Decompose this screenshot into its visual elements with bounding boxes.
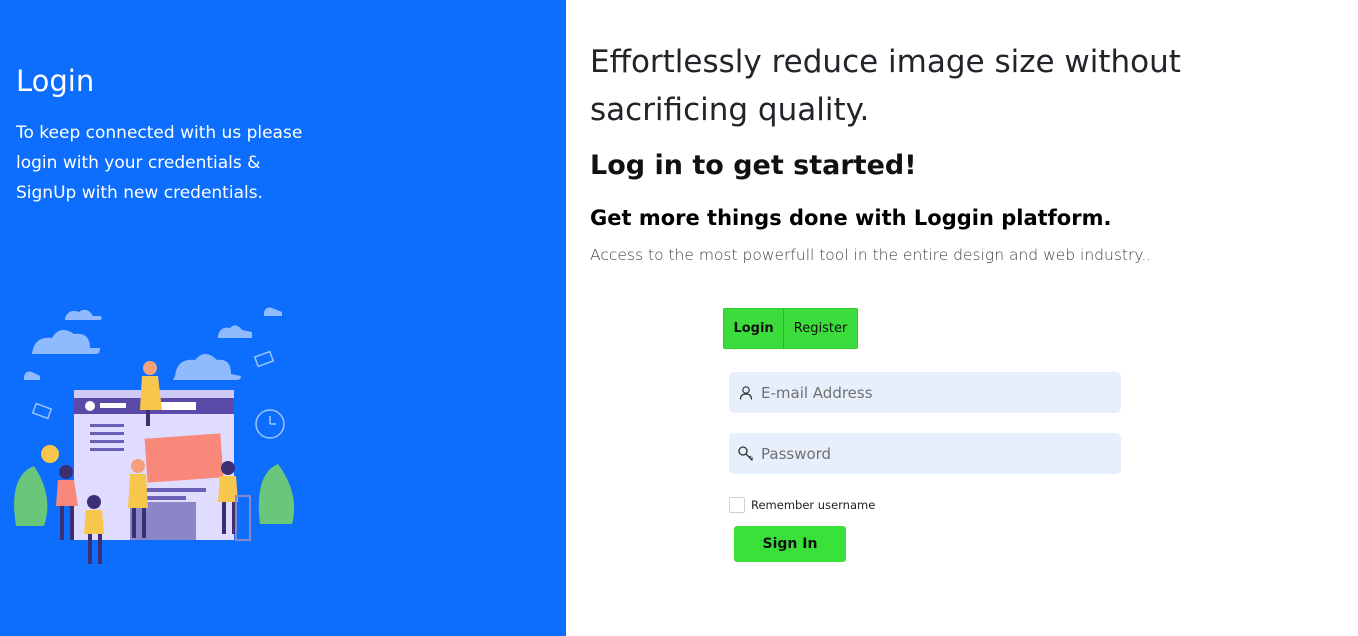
get-started-heading: Log in to get started! (590, 150, 917, 181)
website-illustration (14, 307, 295, 564)
right-panel: Effortlessly reduce image size without s… (566, 0, 1358, 636)
left-description: To keep connected with us please login w… (16, 123, 303, 203)
user-icon (734, 381, 758, 405)
password-input[interactable] (761, 433, 1121, 474)
remember-checkbox[interactable] (729, 497, 745, 513)
platform-description: Access to the most powerfull tool in the… (590, 246, 1152, 264)
password-field (729, 433, 1121, 474)
remember-username[interactable]: Remember username (729, 497, 875, 513)
email-input[interactable] (761, 372, 1121, 413)
tab-login[interactable]: Login (724, 309, 785, 348)
tab-register[interactable]: Register (784, 309, 857, 348)
sign-in-button[interactable]: Sign In (734, 526, 846, 562)
page-headline: Effortlessly reduce image size without s… (590, 44, 1181, 128)
auth-tabs: Login Register (723, 308, 858, 349)
email-field (729, 372, 1121, 413)
remember-label: Remember username (751, 498, 876, 512)
left-title: Login (16, 64, 95, 98)
platform-heading: Get more things done with Loggin platfor… (590, 206, 1112, 230)
left-panel: Login To keep connected with us please l… (0, 0, 566, 636)
key-icon (734, 442, 758, 466)
